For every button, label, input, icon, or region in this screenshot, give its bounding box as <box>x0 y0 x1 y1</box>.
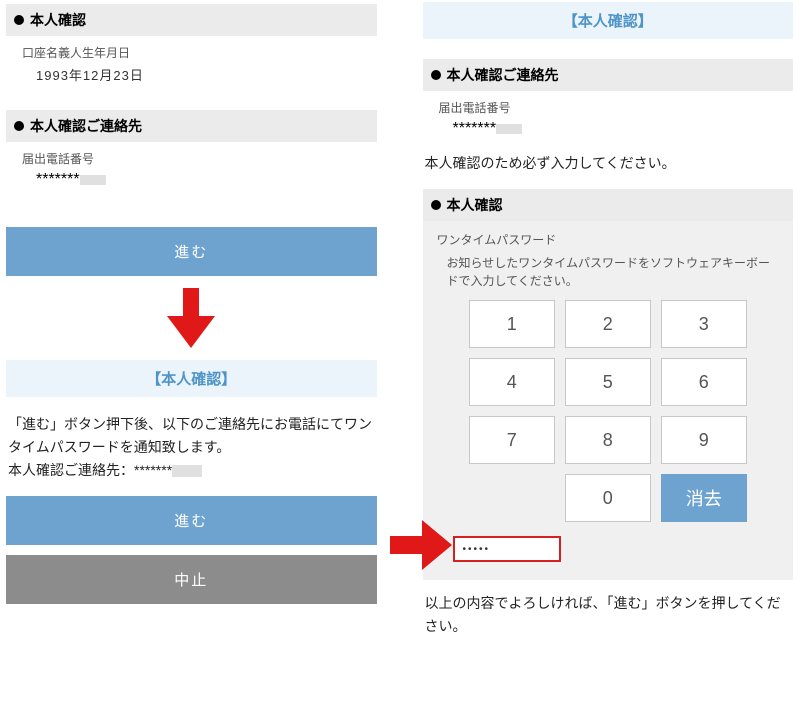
keypad-key-3[interactable]: 3 <box>661 300 747 348</box>
otp-help-text: お知らせしたワンタイムパスワードをソフトウェアキーボードで入力してください。 <box>437 254 780 290</box>
otp-keypad-section: ワンタイムパスワード お知らせしたワンタイムパスワードをソフトウェアキーボードで… <box>423 221 794 580</box>
contact-header: 本人確認ご連絡先 <box>6 110 377 142</box>
right-pane: 【本人確認】 本人確認ご連絡先 届出電話番号 ******* 本人確認のため必ず… <box>383 0 799 720</box>
keypad-key-5[interactable]: 5 <box>565 358 651 406</box>
left-pane: 本人確認 口座名義人生年月日 1993年12月23日 本人確認ご連絡先 届出電話… <box>0 0 383 720</box>
right-arrow-icon <box>390 520 452 575</box>
bullet-icon <box>431 70 441 80</box>
keypad-key-7[interactable]: 7 <box>469 416 555 464</box>
id-verify-header-right: 本人確認 <box>423 189 794 221</box>
verify-banner: 【本人確認】 <box>6 360 377 397</box>
contact-title: 本人確認ご連絡先 <box>30 116 142 136</box>
keypad-key-0[interactable]: 0 <box>565 474 651 522</box>
phone-value: ******* <box>36 171 377 189</box>
footer-instruction: 以上の内容でよろしければ、「進む」ボタンを押してください。 <box>423 592 794 652</box>
otp-display: ••••• <box>453 536 561 562</box>
cancel-button[interactable]: 中止 <box>6 555 377 604</box>
otp-label: ワンタイムパスワード <box>437 231 780 248</box>
phone-value-right: ******* <box>453 120 794 138</box>
proceed-button-2[interactable]: 進む <box>6 496 377 545</box>
otp-keypad: 1 2 3 4 5 6 7 8 9 0 消去 <box>437 300 780 522</box>
keypad-key-4[interactable]: 4 <box>469 358 555 406</box>
must-enter-text: 本人確認のため必ず入力してください。 <box>423 152 794 185</box>
id-verify-title-right: 本人確認 <box>447 195 503 215</box>
dob-label: 口座名義人生年月日 <box>22 44 377 61</box>
keypad-key-9[interactable]: 9 <box>661 416 747 464</box>
phone-label: 届出電話番号 <box>22 150 377 167</box>
dob-value: 1993年12月23日 <box>36 65 377 84</box>
down-arrow-icon <box>6 276 377 356</box>
keypad-key-8[interactable]: 8 <box>565 416 651 464</box>
contact-title-right: 本人確認ご連絡先 <box>447 65 559 85</box>
proceed-button[interactable]: 進む <box>6 227 377 276</box>
bullet-icon <box>431 200 441 210</box>
keypad-key-2[interactable]: 2 <box>565 300 651 348</box>
contact-header-right: 本人確認ご連絡先 <box>423 59 794 91</box>
keypad-clear-button[interactable]: 消去 <box>661 474 747 522</box>
id-verify-header: 本人確認 <box>6 4 377 36</box>
id-verify-title: 本人確認 <box>30 10 86 30</box>
keypad-key-6[interactable]: 6 <box>661 358 747 406</box>
phone-label-right: 届出電話番号 <box>439 99 794 116</box>
verify-banner-right: 【本人確認】 <box>423 2 794 39</box>
bullet-icon <box>14 121 24 131</box>
bullet-icon <box>14 15 24 25</box>
instruction-text: 「進む」ボタン押下後、以下のご連絡先にお電話にてワンタイムパスワードを通知致しま… <box>6 413 377 496</box>
keypad-key-1[interactable]: 1 <box>469 300 555 348</box>
